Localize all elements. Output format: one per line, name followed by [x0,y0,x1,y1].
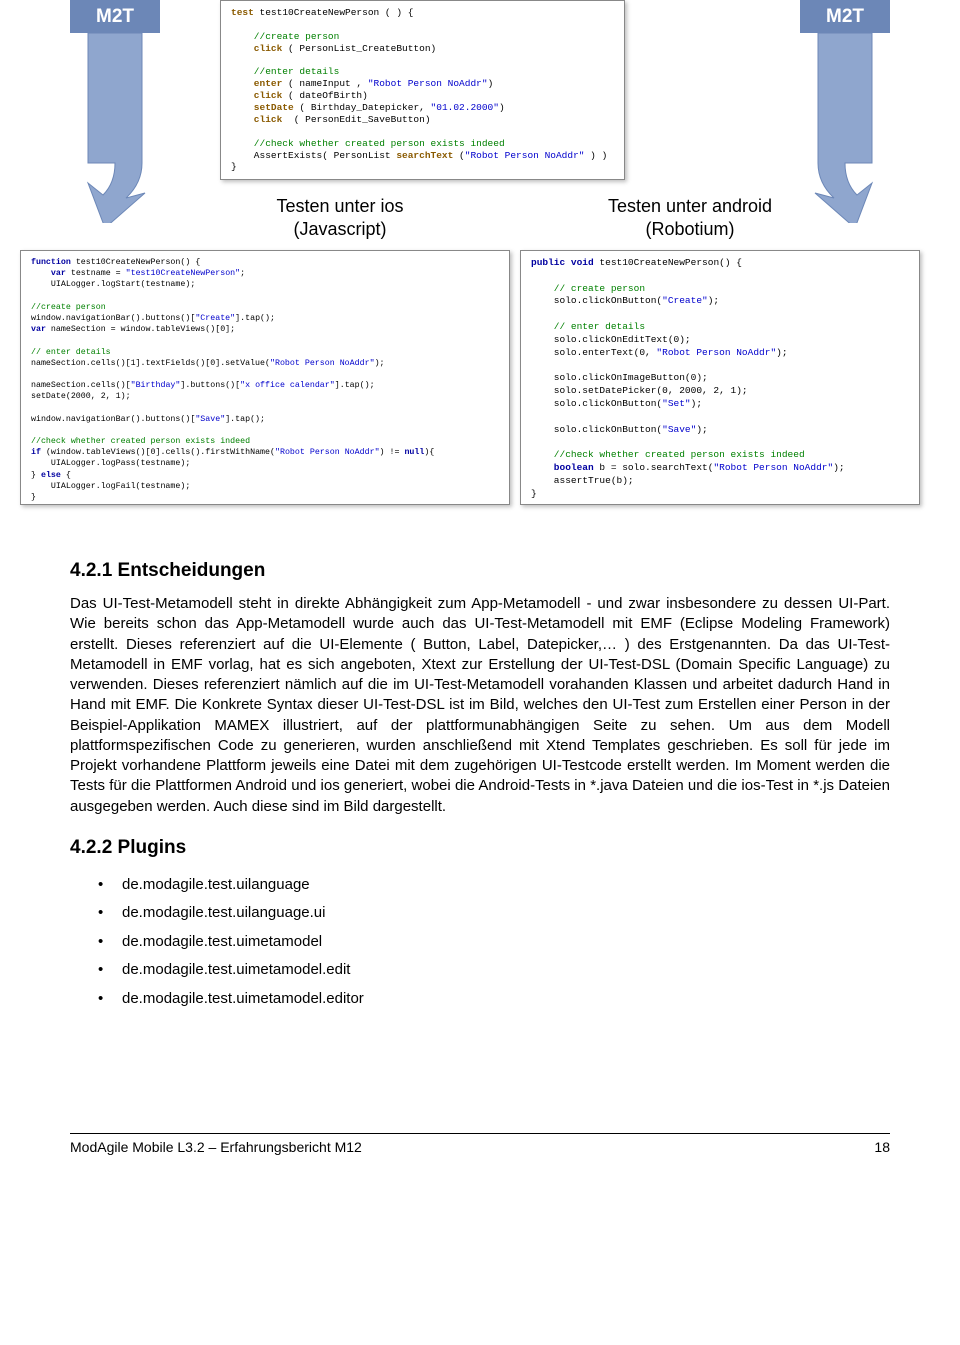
plugins-list: de.modagile.test.uilanguage de.modagile.… [98,871,890,1014]
diagram-figure: test test10CreateNewPerson ( ) { //creat… [70,0,890,530]
ios-platform-label: Testen unter ios(Javascript) [220,195,460,240]
paragraph-entscheidungen: Das UI-Test-Metamodell steht in direkte … [70,594,890,817]
ios-code-box: function test10CreateNewPerson() { var t… [20,250,510,505]
footer-page-number: 18 [874,1139,890,1155]
list-item: de.modagile.test.uimetamodel [98,928,890,957]
dsl-code-box: test test10CreateNewPerson ( ) { //creat… [220,0,625,180]
m2t-label-right: M2T [800,0,890,33]
heading-entscheidungen: 4.2.1 Entscheidungen [70,560,890,582]
heading-plugins: 4.2.2 Plugins [70,837,890,859]
list-item: de.modagile.test.uilanguage [98,871,890,900]
arrow-down-icon [70,33,160,223]
arrow-left-block: M2T [70,0,160,223]
android-platform-label: Testen unter android(Robotium) [570,195,810,240]
m2t-label-left: M2T [70,0,160,33]
list-item: de.modagile.test.uilanguage.ui [98,899,890,928]
arrow-right-block: M2T [800,0,890,223]
list-item: de.modagile.test.uimetamodel.edit [98,956,890,985]
list-item: de.modagile.test.uimetamodel.editor [98,985,890,1014]
page-footer: ModAgile Mobile L3.2 – Erfahrungsbericht… [70,1133,890,1155]
arrow-down-icon [800,33,890,223]
footer-title: ModAgile Mobile L3.2 – Erfahrungsbericht… [70,1139,362,1155]
android-code-box: public void test10CreateNewPerson() { //… [520,250,920,505]
